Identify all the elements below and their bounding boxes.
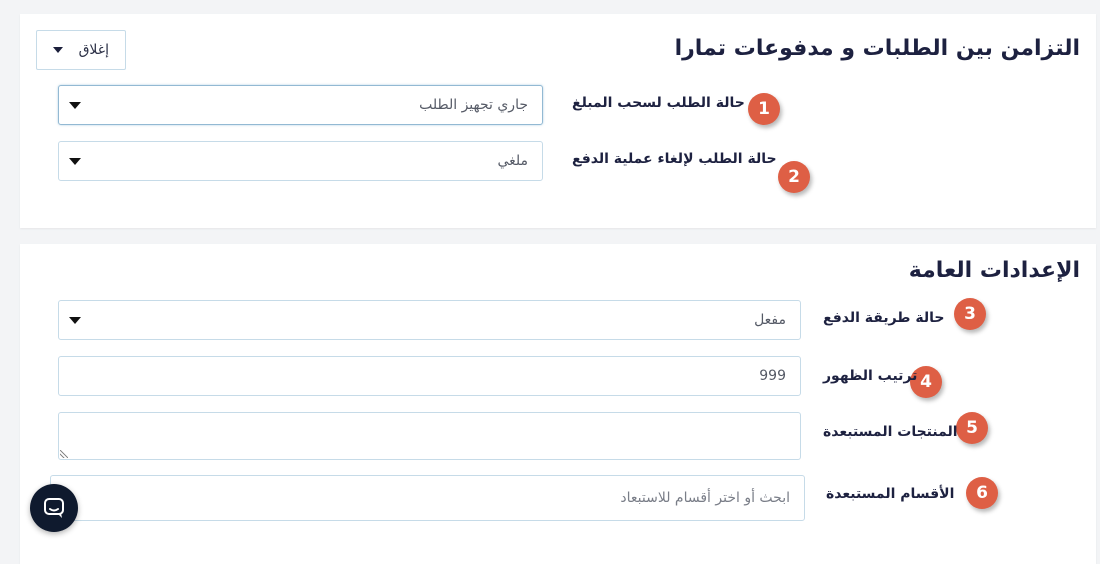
step-badge-6: 6: [966, 477, 998, 509]
cancel-status-value: ملغي: [497, 153, 528, 169]
close-button[interactable]: إغلاق: [36, 30, 126, 70]
step-badge-2: 2: [778, 161, 810, 193]
excluded-products-textarea[interactable]: [58, 412, 801, 460]
sort-order-input[interactable]: 999: [58, 356, 801, 396]
general-section-title: الإعدادات العامة: [908, 258, 1080, 283]
caret-down-icon: [69, 102, 81, 109]
capture-status-select[interactable]: جاري تجهيز الطلب: [58, 85, 543, 125]
sort-order-label: ترتيب الظهور: [823, 368, 918, 384]
caret-down-icon: [69, 317, 81, 324]
capture-status-label: حالة الطلب لسحب المبلغ: [572, 95, 745, 111]
excluded-products-label: المنتجات المستبعدة: [823, 424, 958, 440]
excluded-categories-label: الأقسام المستبعدة: [826, 486, 955, 502]
chat-launcher-button[interactable]: [30, 484, 78, 532]
cancel-status-select[interactable]: ملغي: [58, 141, 543, 181]
sort-order-value: 999: [759, 368, 786, 384]
payment-method-status-value: مفعل: [754, 312, 786, 328]
resize-handle-icon[interactable]: [60, 450, 68, 458]
chat-bubble-icon: [44, 498, 64, 518]
excluded-categories-input[interactable]: ابحث أو اختر أقسام للاستبعاد: [50, 475, 805, 521]
cancel-status-label: حالة الطلب لإلغاء عملية الدفع: [572, 151, 777, 167]
step-badge-5: 5: [956, 412, 988, 444]
sync-settings-card: التزامن بين الطلبات و مدفوعات تمارا إغلا…: [20, 14, 1096, 228]
step-badge-1: 1: [748, 93, 780, 125]
capture-status-value: جاري تجهيز الطلب: [419, 97, 528, 113]
payment-method-status-label: حالة طريقة الدفع: [823, 310, 945, 326]
close-button-label: إغلاق: [78, 42, 109, 58]
excluded-categories-placeholder: ابحث أو اختر أقسام للاستبعاد: [620, 490, 790, 506]
sync-section-title: التزامن بين الطلبات و مدفوعات تمارا: [674, 36, 1080, 61]
step-badge-3: 3: [954, 298, 986, 330]
caret-down-icon: [69, 158, 81, 165]
payment-method-status-select[interactable]: مفعل: [58, 300, 801, 340]
caret-down-icon: [53, 47, 63, 53]
general-settings-card: الإعدادات العامة 3 حالة طريقة الدفع مفعل…: [20, 244, 1096, 564]
